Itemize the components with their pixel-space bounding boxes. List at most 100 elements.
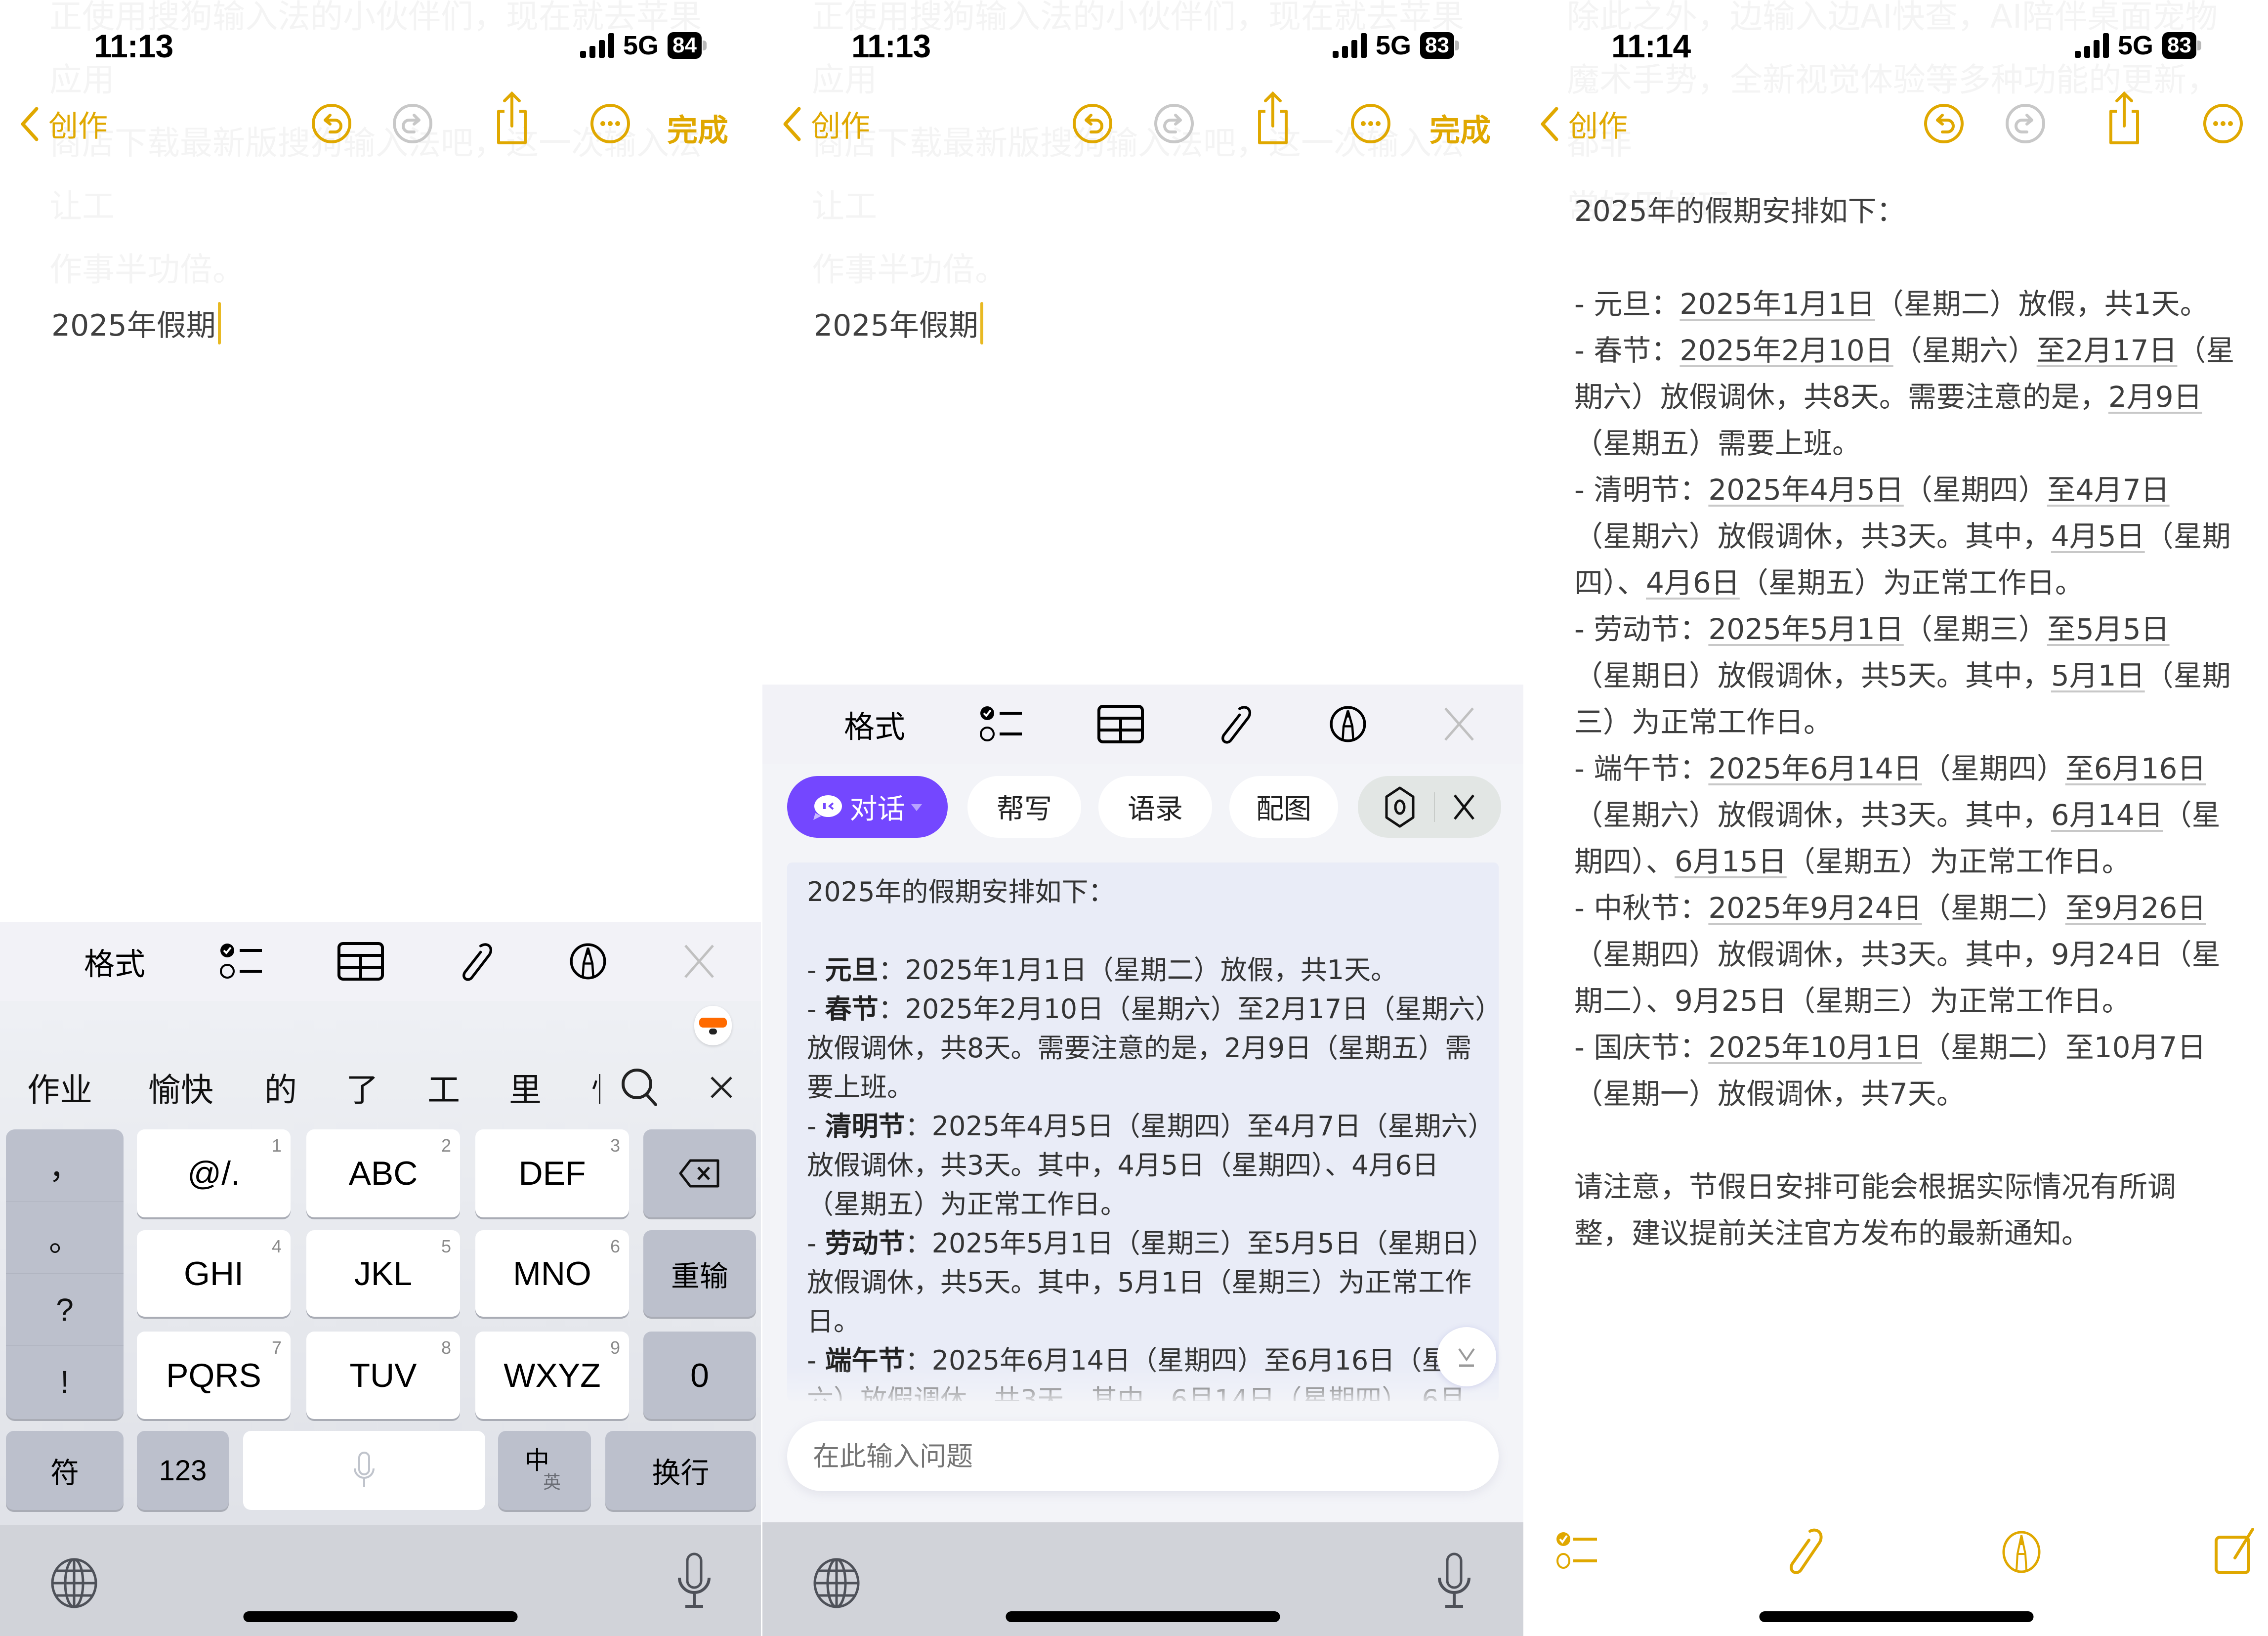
note-line: 请注意，节假日安排可能会根据实际情况有所调 bbox=[1574, 1163, 2266, 1210]
attachment-icon[interactable] bbox=[451, 942, 500, 981]
back-button[interactable]: 创作 bbox=[782, 102, 870, 145]
keyboard-mascot-icon[interactable] bbox=[694, 1006, 732, 1045]
note-text: （星期二）至10月7日 bbox=[1922, 1031, 2206, 1064]
chip-image[interactable]: 配图 bbox=[1229, 776, 1338, 838]
markup-pen-icon[interactable] bbox=[563, 942, 613, 981]
date-link[interactable]: 2025年10月1日 bbox=[1708, 1031, 1922, 1064]
note-title[interactable]: 2025年假期 bbox=[51, 301, 221, 344]
undo-icon[interactable] bbox=[310, 102, 353, 145]
candidate-word[interactable]: 的 bbox=[264, 1064, 297, 1111]
note-title[interactable]: 2025年假期 bbox=[814, 301, 983, 344]
close-toolbar-icon[interactable] bbox=[1439, 704, 1479, 744]
markup-pen-icon[interactable] bbox=[1323, 704, 1373, 744]
done-button[interactable]: 完成 bbox=[667, 105, 728, 150]
date-link[interactable]: 2025年2月10日 bbox=[1680, 334, 1893, 367]
language-switch-key[interactable]: 中 英 bbox=[498, 1431, 591, 1510]
date-link[interactable]: 至6月16日 bbox=[2065, 752, 2206, 785]
checklist-icon[interactable] bbox=[217, 942, 267, 981]
more-icon[interactable] bbox=[1349, 102, 1392, 145]
date-link[interactable]: 至4月7日 bbox=[2047, 473, 2170, 507]
key-0[interactable]: 0 bbox=[643, 1332, 756, 1419]
table-icon[interactable] bbox=[1096, 704, 1145, 744]
close-ai-panel-icon[interactable] bbox=[1452, 792, 1476, 822]
delete-key[interactable] bbox=[643, 1129, 756, 1217]
retype-key[interactable]: 重输 bbox=[643, 1230, 756, 1317]
scroll-to-bottom-button[interactable] bbox=[1437, 1327, 1496, 1386]
chip-chat[interactable]: 对话 bbox=[787, 776, 948, 838]
key-1[interactable]: @/. 1 bbox=[137, 1129, 291, 1217]
date-link[interactable]: 6月15日 bbox=[1675, 845, 1787, 878]
redo-icon[interactable] bbox=[1153, 102, 1195, 145]
share-icon[interactable] bbox=[2103, 91, 2145, 146]
chip-quotes[interactable]: 语录 bbox=[1098, 776, 1212, 838]
date-link[interactable]: 2025年1月1日 bbox=[1680, 287, 1875, 321]
redo-icon[interactable] bbox=[2004, 102, 2047, 145]
punct-key[interactable]: ! bbox=[6, 1346, 124, 1418]
ai-question-input[interactable] bbox=[787, 1421, 1499, 1491]
date-link[interactable]: 5月1日 bbox=[2051, 659, 2145, 692]
more-icon[interactable] bbox=[589, 102, 631, 145]
checklist-icon[interactable] bbox=[977, 704, 1027, 744]
note-body[interactable]: 2025年的假期安排如下： - 元旦：2025年1月1日（星期二）放假，共1天。 -… bbox=[1574, 188, 2266, 1256]
candidate-word[interactable]: 作业 bbox=[27, 1064, 92, 1111]
candidate-word[interactable]: 里 bbox=[509, 1064, 542, 1111]
date-link[interactable]: 2025年5月1日 bbox=[1708, 612, 1903, 646]
settings-icon[interactable] bbox=[1383, 785, 1417, 829]
candidate-word[interactable]: 工 bbox=[427, 1064, 460, 1111]
format-button[interactable]: 格式 bbox=[844, 704, 905, 745]
candidate-word[interactable]: 忄 bbox=[590, 1064, 600, 1111]
return-key[interactable]: 换行 bbox=[605, 1431, 756, 1510]
checklist-icon[interactable] bbox=[1554, 1527, 1604, 1577]
key-2[interactable]: ABC 2 bbox=[306, 1129, 460, 1217]
attachment-icon[interactable] bbox=[1210, 704, 1259, 744]
candidate-word[interactable]: 愉快 bbox=[148, 1064, 213, 1111]
more-icon[interactable] bbox=[2202, 102, 2244, 145]
markup-pen-icon[interactable] bbox=[1997, 1527, 2046, 1577]
key-7[interactable]: PQRS 7 bbox=[137, 1332, 291, 1419]
close-candidates-icon[interactable] bbox=[707, 1073, 736, 1102]
share-icon[interactable] bbox=[491, 91, 533, 146]
numeric-key[interactable]: 123 bbox=[137, 1431, 229, 1510]
share-icon[interactable] bbox=[1252, 91, 1294, 146]
date-link[interactable]: 2月9日 bbox=[2108, 380, 2202, 414]
date-link[interactable]: 2025年9月24日 bbox=[1708, 891, 1922, 925]
date-link[interactable]: 至2月17日 bbox=[2037, 334, 2178, 367]
format-button[interactable]: 格式 bbox=[84, 942, 145, 982]
chip-help-write[interactable]: 帮写 bbox=[967, 776, 1081, 838]
punct-key[interactable]: 。 bbox=[6, 1202, 124, 1274]
date-link[interactable]: 4月6日 bbox=[1646, 566, 1740, 600]
key-9[interactable]: WXYZ 9 bbox=[475, 1332, 629, 1419]
search-icon[interactable] bbox=[620, 1065, 660, 1110]
space-key[interactable] bbox=[243, 1431, 485, 1510]
close-toolbar-icon[interactable] bbox=[679, 942, 719, 981]
globe-icon[interactable] bbox=[812, 1557, 861, 1609]
compose-icon[interactable] bbox=[2209, 1527, 2259, 1577]
key-4[interactable]: GHI 4 bbox=[137, 1230, 291, 1317]
ai-response-line: 要上班。 bbox=[807, 1072, 914, 1103]
candidate-word[interactable]: 了 bbox=[346, 1064, 378, 1111]
undo-icon[interactable] bbox=[1923, 102, 1965, 145]
date-link[interactable]: 至5月5日 bbox=[2047, 612, 2170, 646]
dictation-icon[interactable] bbox=[1434, 1552, 1474, 1611]
table-icon[interactable] bbox=[336, 942, 385, 981]
punct-key[interactable]: ? bbox=[6, 1274, 124, 1346]
globe-icon[interactable] bbox=[49, 1557, 99, 1609]
undo-icon[interactable] bbox=[1071, 102, 1114, 145]
key-6[interactable]: MNO 6 bbox=[475, 1230, 629, 1317]
back-button[interactable]: 创作 bbox=[20, 102, 108, 145]
date-link[interactable]: 4月5日 bbox=[2051, 519, 2145, 553]
back-button[interactable]: 创作 bbox=[1540, 102, 1628, 145]
punct-key[interactable]: ， bbox=[6, 1129, 124, 1202]
symbol-key[interactable]: 符 bbox=[6, 1431, 124, 1510]
done-button[interactable]: 完成 bbox=[1429, 105, 1491, 150]
date-link[interactable]: 2025年6月14日 bbox=[1708, 752, 1922, 785]
date-link[interactable]: 6月14日 bbox=[2051, 798, 2163, 832]
date-link[interactable]: 至9月26日 bbox=[2065, 891, 2206, 925]
redo-icon[interactable] bbox=[391, 102, 434, 145]
dictation-icon[interactable] bbox=[674, 1552, 714, 1611]
key-8[interactable]: TUV 8 bbox=[306, 1332, 460, 1419]
key-3[interactable]: DEF 3 bbox=[475, 1129, 629, 1217]
date-link[interactable]: 2025年4月5日 bbox=[1708, 473, 1903, 507]
attachment-icon[interactable] bbox=[1779, 1527, 1829, 1577]
key-5[interactable]: JKL 5 bbox=[306, 1230, 460, 1317]
